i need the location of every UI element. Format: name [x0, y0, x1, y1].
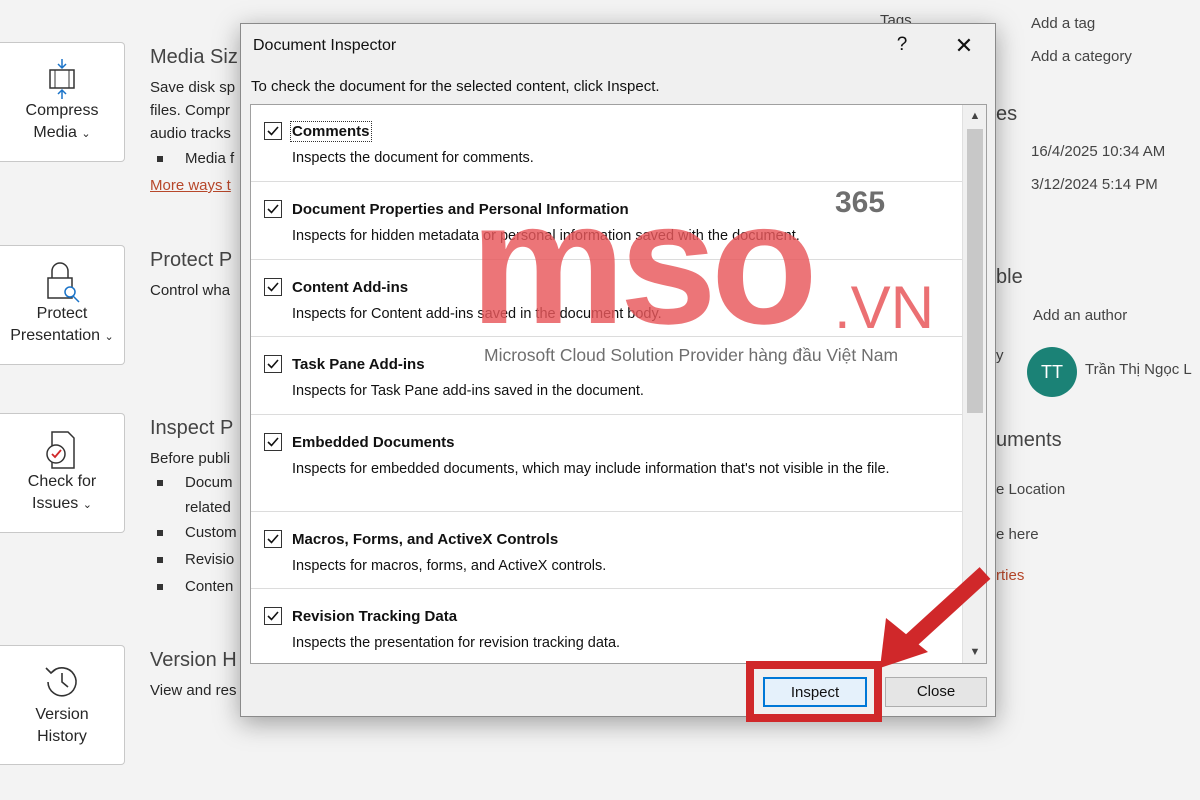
close-icon[interactable]: ✕ — [949, 32, 979, 60]
item-title: Embedded Documents — [292, 434, 455, 451]
by-label: y — [996, 347, 1004, 364]
chevron-down-icon: ⌄ — [104, 331, 114, 343]
avatar[interactable]: TT — [1027, 347, 1077, 397]
checkbox-content-addins[interactable] — [264, 278, 282, 296]
protect-text: Control wha — [150, 282, 231, 299]
tile-label-line2: History — [37, 728, 87, 745]
version-title: Version H — [150, 649, 237, 671]
help-icon[interactable]: ? — [889, 32, 915, 58]
check-icon — [267, 611, 279, 621]
list-item[interactable]: Embedded Documents Inspects for embedded… — [251, 415, 962, 512]
item-description: Inspects for Content add-ins saved in th… — [292, 306, 662, 322]
check-icon — [267, 204, 279, 214]
author-name: Trần Thị Ngọc L — [1085, 361, 1192, 378]
inspect-bullet: Docum — [157, 474, 233, 491]
check-icon — [267, 282, 279, 292]
checkbox-document-properties[interactable] — [264, 200, 282, 218]
item-description: Inspects for Task Pane add-ins saved in … — [292, 383, 644, 399]
inspect-bullet: Conten — [157, 578, 233, 595]
item-description: Inspects the document for comments. — [292, 150, 534, 166]
chevron-down-icon: ⌄ — [81, 128, 91, 140]
show-all-properties-link[interactable]: rties — [996, 567, 1024, 584]
protect-presentation-tile[interactable]: Protect Presentation ⌄ — [0, 245, 125, 365]
date-value: 16/4/2025 10:34 AM — [1031, 143, 1166, 160]
close-button[interactable]: Close — [885, 677, 987, 707]
item-title: Content Add-ins — [292, 279, 409, 296]
vertical-scrollbar[interactable]: ▲ ▼ — [962, 105, 986, 663]
chevron-down-icon: ⌄ — [82, 499, 92, 511]
tile-label-line2: Media — [33, 124, 77, 141]
compress-media-icon — [45, 57, 79, 108]
check-icon — [267, 359, 279, 369]
document-inspector-dialog: Document Inspector ? ✕ To check the docu… — [240, 23, 996, 717]
version-text: View and res — [150, 682, 237, 699]
more-ways-link[interactable]: More ways t — [150, 177, 231, 194]
dialog-instruction: To check the document for the selected c… — [251, 78, 660, 95]
media-size-text: audio tracks — [150, 125, 231, 142]
media-size-text: Save disk sp — [150, 79, 236, 96]
scroll-thumb[interactable] — [967, 129, 983, 413]
related-documents-heading: uments — [996, 429, 1062, 451]
list-item[interactable]: Content Add-ins Inspects for Content add… — [251, 260, 962, 337]
inspect-button[interactable]: Inspect — [763, 677, 867, 707]
item-description: Inspects the presentation for revision t… — [292, 635, 621, 651]
inspect-bullet: Revisio — [157, 551, 234, 568]
check-document-icon — [42, 428, 82, 479]
list-item[interactable]: Task Pane Add-ins Inspects for Task Pane… — [251, 337, 962, 415]
list-item[interactable]: Document Properties and Personal Informa… — [251, 182, 962, 260]
add-category-field[interactable]: Add a category — [1031, 48, 1132, 65]
edit-here-link[interactable]: e here — [996, 526, 1039, 543]
inspect-bullet-cont: related — [185, 499, 231, 516]
lock-key-icon — [42, 260, 82, 311]
compress-media-tile[interactable]: Compress Media ⌄ — [0, 42, 125, 162]
media-bullet: Media f — [157, 150, 234, 167]
checkbox-macros-forms-activex[interactable] — [264, 530, 282, 548]
item-description: Inspects for macros, forms, and ActiveX … — [292, 558, 607, 574]
open-file-location-link[interactable]: e Location — [996, 481, 1065, 498]
checkbox-revision-tracking[interactable] — [264, 607, 282, 625]
item-title: Comments — [290, 121, 372, 142]
history-clock-icon — [40, 660, 84, 711]
version-history-tile[interactable]: Version History — [0, 645, 125, 765]
list-item[interactable]: Macros, Forms, and ActiveX Controls Insp… — [251, 512, 962, 589]
inspect-title: Inspect P — [150, 417, 234, 439]
add-tag-field[interactable]: Add a tag — [1031, 15, 1095, 32]
item-title: Macros, Forms, and ActiveX Controls — [292, 531, 559, 548]
item-description: Inspects for hidden metadata or personal… — [292, 228, 800, 244]
item-title: Document Properties and Personal Informa… — [292, 201, 629, 218]
item-title: Revision Tracking Data — [292, 608, 458, 625]
dialog-title: Document Inspector — [253, 37, 397, 54]
tile-label-line2: Issues — [32, 495, 79, 512]
media-size-text: files. Compr — [150, 102, 231, 119]
tile-label-line2: Presentation — [10, 327, 101, 344]
people-heading: ble — [996, 266, 1023, 288]
media-size-title: Media Siz — [150, 46, 238, 68]
protect-title: Protect P — [150, 249, 233, 271]
list-item[interactable]: Comments Inspects the document for comme… — [251, 105, 962, 182]
inspect-bullet: Custom — [157, 524, 237, 541]
item-description: Inspects for embedded documents, which m… — [292, 461, 890, 477]
dates-heading: es — [996, 103, 1018, 125]
item-title: Task Pane Add-ins — [292, 356, 425, 373]
scroll-up-icon[interactable]: ▲ — [963, 105, 986, 127]
check-icon — [267, 437, 279, 447]
inspect-text: Before publi — [150, 450, 231, 467]
list-item[interactable]: Revision Tracking Data Inspects the pres… — [251, 589, 962, 663]
date-value: 3/12/2024 5:14 PM — [1031, 176, 1158, 193]
inspection-list: Comments Inspects the document for comme… — [250, 104, 987, 664]
checkbox-task-pane-addins[interactable] — [264, 355, 282, 373]
check-icon — [267, 126, 279, 136]
check-icon — [267, 534, 279, 544]
add-author-field[interactable]: Add an author — [1033, 307, 1127, 324]
scroll-down-icon[interactable]: ▼ — [963, 641, 986, 663]
check-for-issues-tile[interactable]: Check for Issues ⌄ — [0, 413, 125, 533]
checkbox-embedded-documents[interactable] — [264, 433, 282, 451]
checkbox-comments[interactable] — [264, 122, 282, 140]
